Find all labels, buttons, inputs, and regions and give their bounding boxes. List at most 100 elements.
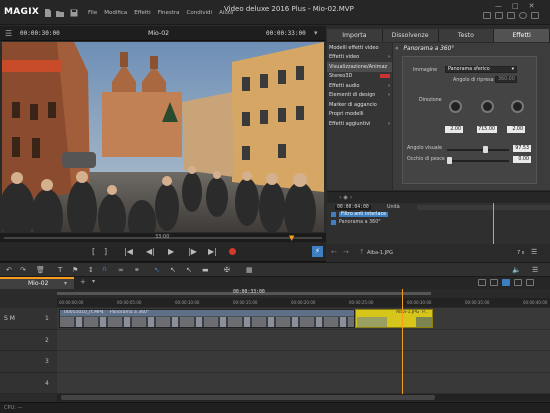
record-icon[interactable] xyxy=(229,248,236,255)
effect-category-effetti-video[interactable]: Effetti video › xyxy=(327,53,392,63)
save-icon[interactable] xyxy=(70,9,78,17)
menu-modifica[interactable]: Modifica xyxy=(104,10,127,16)
scene-view-icon[interactable] xyxy=(490,279,498,286)
project-tab[interactable]: Mio-02 ▾ xyxy=(0,277,74,289)
checkbox-icon[interactable] xyxy=(331,220,336,225)
shoot-angle-field[interactable]: 360.00 xyxy=(495,76,517,83)
image-clip[interactable]: Alba-1.JPG P... xyxy=(355,309,433,328)
timeline-ruler[interactable]: 00:00:00:00 00:00:05:00 00:00:10:00 00:0… xyxy=(57,298,550,307)
direction-knob-2[interactable] xyxy=(481,100,494,113)
text-tool-icon[interactable]: T xyxy=(58,267,62,274)
minimize-icon[interactable]: — xyxy=(495,2,502,10)
menu-finestra[interactable]: Finestra xyxy=(158,10,180,16)
track-controls[interactable]: S M xyxy=(4,315,15,322)
fullscreen-icon[interactable] xyxy=(495,12,503,19)
tab-list-icon[interactable]: ▾ xyxy=(92,278,95,285)
timeline-view-icon[interactable] xyxy=(502,279,510,286)
timeline-playhead[interactable] xyxy=(402,289,403,394)
tab-effetti[interactable]: Effetti xyxy=(494,29,550,42)
mark-in-icon[interactable]: [ xyxy=(92,248,95,256)
direction-knob-3[interactable] xyxy=(511,100,524,113)
nav-up-icon[interactable]: ↑ xyxy=(359,248,365,256)
visual-angle-handle[interactable] xyxy=(483,146,488,153)
scrub-playhead[interactable]: ▼ xyxy=(289,234,294,242)
video-preview[interactable] xyxy=(2,42,324,232)
effect-category-stereo3d[interactable]: Stereo3D xyxy=(327,72,392,82)
tab-dissolvenze[interactable]: Dissolvenze xyxy=(382,29,439,42)
mixer-view-icon[interactable] xyxy=(526,279,534,286)
prev-marker-icon[interactable]: |◀ xyxy=(124,248,133,256)
timeline-scrollbar[interactable] xyxy=(57,394,550,401)
effect-category-elementi-design[interactable]: Elementi di design › xyxy=(327,91,392,101)
track-header-3[interactable]: 3 xyxy=(0,351,57,373)
magnet-icon[interactable]: ∩ xyxy=(102,266,107,273)
volume-icon[interactable]: 🔈 xyxy=(512,267,521,274)
settings-icon[interactable] xyxy=(507,12,515,19)
prev-frame-icon[interactable]: ◀| xyxy=(146,248,155,256)
preview-menu-icon[interactable]: ☰ xyxy=(5,29,12,38)
direction-value-2[interactable]: 715.00 xyxy=(477,126,497,133)
track-lane-3[interactable] xyxy=(57,351,550,373)
keyframe-tools-icons[interactable]: ‹ ◆ › xyxy=(339,194,352,201)
menu-effetti[interactable]: Effetti xyxy=(134,10,151,16)
effect-category-effetti-aggiuntivi[interactable]: Effetti aggiuntivi › xyxy=(327,119,392,129)
back-icon[interactable]: « xyxy=(395,46,399,52)
multi-select-icon[interactable]: ↖ xyxy=(170,267,176,274)
track-area[interactable]: 00055010_rt.MP4 Panorama a 360° Alba-1.J… xyxy=(57,289,550,394)
next-marker-icon[interactable]: ▶| xyxy=(208,248,217,256)
snap-icon[interactable]: ✠ xyxy=(224,267,230,274)
track-header-1[interactable]: S M 1 xyxy=(0,308,57,330)
video-clip[interactable]: 00055010_rt.MP4 Panorama a 360° xyxy=(59,309,355,328)
help-icon[interactable] xyxy=(519,12,527,19)
timeline-menu-icon[interactable]: ☰ xyxy=(532,267,538,274)
play-icon[interactable]: ▶ xyxy=(168,248,174,256)
effect-category-effetti-audio[interactable]: Effetti audio › xyxy=(327,81,392,91)
effect-category-marker[interactable]: Marker di aggancio xyxy=(327,100,392,110)
next-frame-icon[interactable]: |▶ xyxy=(188,248,197,256)
lightning-icon[interactable]: ⚡ xyxy=(312,246,323,257)
direction-value-1[interactable]: 2.00 xyxy=(445,126,463,133)
insert-mode-icon[interactable]: ▦ xyxy=(246,267,253,274)
redo-icon[interactable]: ↷ xyxy=(20,267,26,274)
ripple-icon[interactable]: ↖ xyxy=(186,267,192,274)
fisheye-value[interactable]: 0.00 xyxy=(513,156,531,163)
timeline-overview-ruler[interactable]: 00:00:33:00 xyxy=(57,289,550,298)
tab-testo[interactable]: Testo xyxy=(438,29,495,42)
checkbox-icon[interactable] xyxy=(331,212,336,217)
track-header-4[interactable]: 4 xyxy=(0,373,57,394)
direction-knob-1[interactable] xyxy=(449,100,462,113)
nav-forward-icon[interactable]: → xyxy=(343,248,349,256)
visual-angle-value[interactable]: 97.53 xyxy=(513,145,531,152)
image-type-select[interactable]: Panorama sferico ▾ xyxy=(445,66,517,73)
keyframe-row-1[interactable]: Filtro anti interlace xyxy=(331,212,389,217)
new-file-icon[interactable] xyxy=(44,9,52,17)
close-icon[interactable]: ✕ xyxy=(529,2,535,10)
track-lane-2[interactable] xyxy=(57,330,550,351)
menu-condividi[interactable]: Condividi xyxy=(187,10,213,16)
open-folder-icon[interactable] xyxy=(56,9,64,17)
delete-icon[interactable]: 🗑 xyxy=(36,267,45,274)
tab-close-icon[interactable]: ▾ xyxy=(64,280,67,287)
layout-icon[interactable] xyxy=(483,12,491,19)
multicam-view-icon[interactable] xyxy=(514,279,522,286)
range-icon[interactable]: ▬ xyxy=(202,267,209,274)
pointer-tool-icon[interactable]: ↖ xyxy=(154,267,160,274)
track-lane-4[interactable] xyxy=(57,373,550,394)
mark-out-icon[interactable]: ] xyxy=(104,248,107,256)
nav-menu-icon[interactable]: ☰ xyxy=(531,248,537,256)
fisheye-slider[interactable] xyxy=(447,160,509,162)
track-header-2[interactable]: 2 xyxy=(0,330,57,351)
tab-importa[interactable]: Importa xyxy=(327,29,383,42)
link-icon[interactable]: ∞ xyxy=(118,267,124,274)
keyframe-row-2[interactable]: Panorama a 360° xyxy=(331,220,381,225)
mark-icon[interactable]: ⚑ xyxy=(72,267,78,274)
fisheye-handle[interactable] xyxy=(447,157,452,164)
add-tab-button[interactable]: + xyxy=(80,278,86,286)
preview-options-icon[interactable]: ▾ xyxy=(314,29,318,37)
nav-back-icon[interactable]: ← xyxy=(331,248,337,256)
storyboard-view-icon[interactable] xyxy=(478,279,486,286)
visual-angle-slider[interactable] xyxy=(447,149,509,151)
preview-scrubber[interactable]: 33:00 ▼ xyxy=(0,233,326,242)
menu-file[interactable]: File xyxy=(88,10,97,16)
effect-category-propri-modelli[interactable]: Propri modelli xyxy=(327,110,392,120)
